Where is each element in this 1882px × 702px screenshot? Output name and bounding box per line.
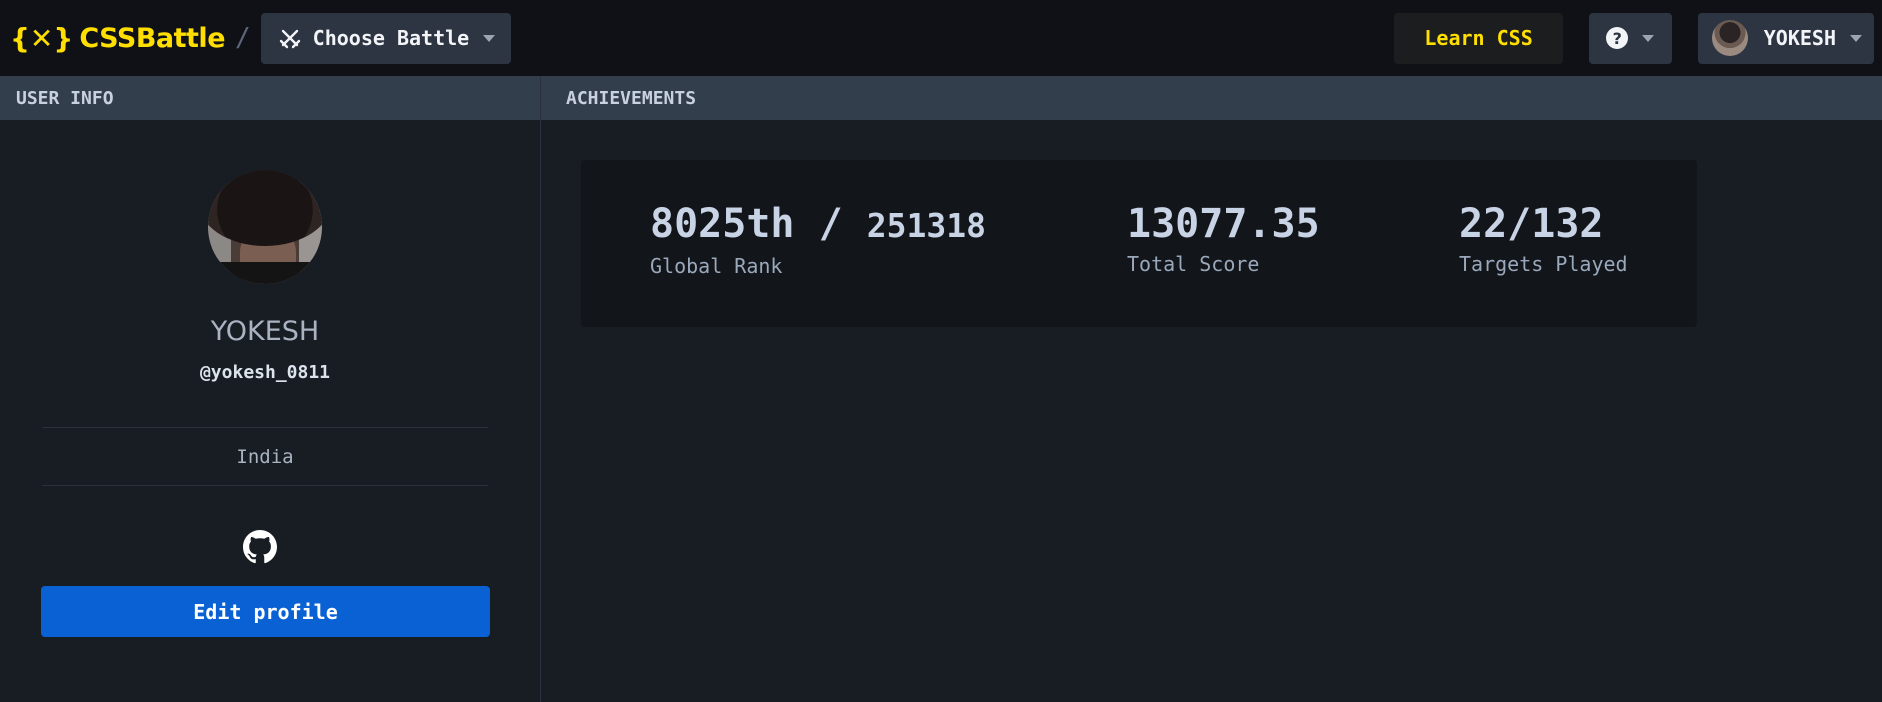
chevron-down-icon xyxy=(1850,34,1862,42)
user-menu-label: YOKESH xyxy=(1763,26,1836,50)
help-icon: ? xyxy=(1606,27,1629,49)
help-menu-button[interactable]: ? xyxy=(1588,12,1672,64)
top-nav: {✕} CSSBattle / Choose Battle Learn CSS … xyxy=(0,0,1882,76)
panel-divider xyxy=(540,76,541,702)
targets-played-label: Targets Played xyxy=(1459,252,1628,276)
user-info-panel: YOKESH @yokesh_0811 India Edit profile xyxy=(0,120,540,702)
crossed-swords-icon xyxy=(279,29,300,49)
choose-battle-button[interactable]: Choose Battle xyxy=(260,12,512,64)
global-rank-value: 8025th / xyxy=(650,201,843,247)
chevron-down-icon xyxy=(1642,34,1655,42)
logo-mark-icon: {✕} xyxy=(10,21,74,55)
targets-played-stat: 22/132 Targets Played xyxy=(1459,200,1628,276)
achievements-header: ACHIEVEMENTS xyxy=(541,76,1882,120)
divider xyxy=(42,485,488,486)
edit-profile-button[interactable]: Edit profile xyxy=(41,586,490,637)
choose-battle-label: Choose Battle xyxy=(312,26,470,50)
targets-played-value: 22/132 xyxy=(1459,201,1604,247)
user-info-header: USER INFO xyxy=(0,76,540,120)
profile-avatar xyxy=(208,170,322,284)
avatar xyxy=(1711,20,1748,56)
achievements-card: 8025th / 251318 Global Rank 13077.35 Tot… xyxy=(581,160,1697,327)
github-icon[interactable] xyxy=(243,530,277,564)
cssbattle-logo[interactable]: {✕} CSSBattle xyxy=(10,21,226,55)
user-menu-button[interactable]: YOKESH xyxy=(1697,12,1874,64)
logo-text: CSSBattle xyxy=(79,22,226,54)
total-score-value: 13077.35 xyxy=(1127,201,1320,247)
divider xyxy=(42,427,488,428)
total-score-label: Total Score xyxy=(1127,252,1260,276)
profile-username: @yokesh_0811 xyxy=(199,362,331,383)
profile-display-name: YOKESH xyxy=(210,316,320,347)
profile-country: India xyxy=(236,446,294,468)
learn-css-button[interactable]: Learn CSS xyxy=(1394,12,1563,64)
breadcrumb-separator: / xyxy=(235,23,251,53)
global-rank-label: Global Rank xyxy=(650,254,783,278)
global-rank-total: 251318 xyxy=(866,206,986,245)
total-score-stat: 13077.35 Total Score xyxy=(1127,200,1320,276)
chevron-down-icon xyxy=(483,34,496,42)
global-rank-stat: 8025th / 251318 Global Rank xyxy=(650,200,986,278)
